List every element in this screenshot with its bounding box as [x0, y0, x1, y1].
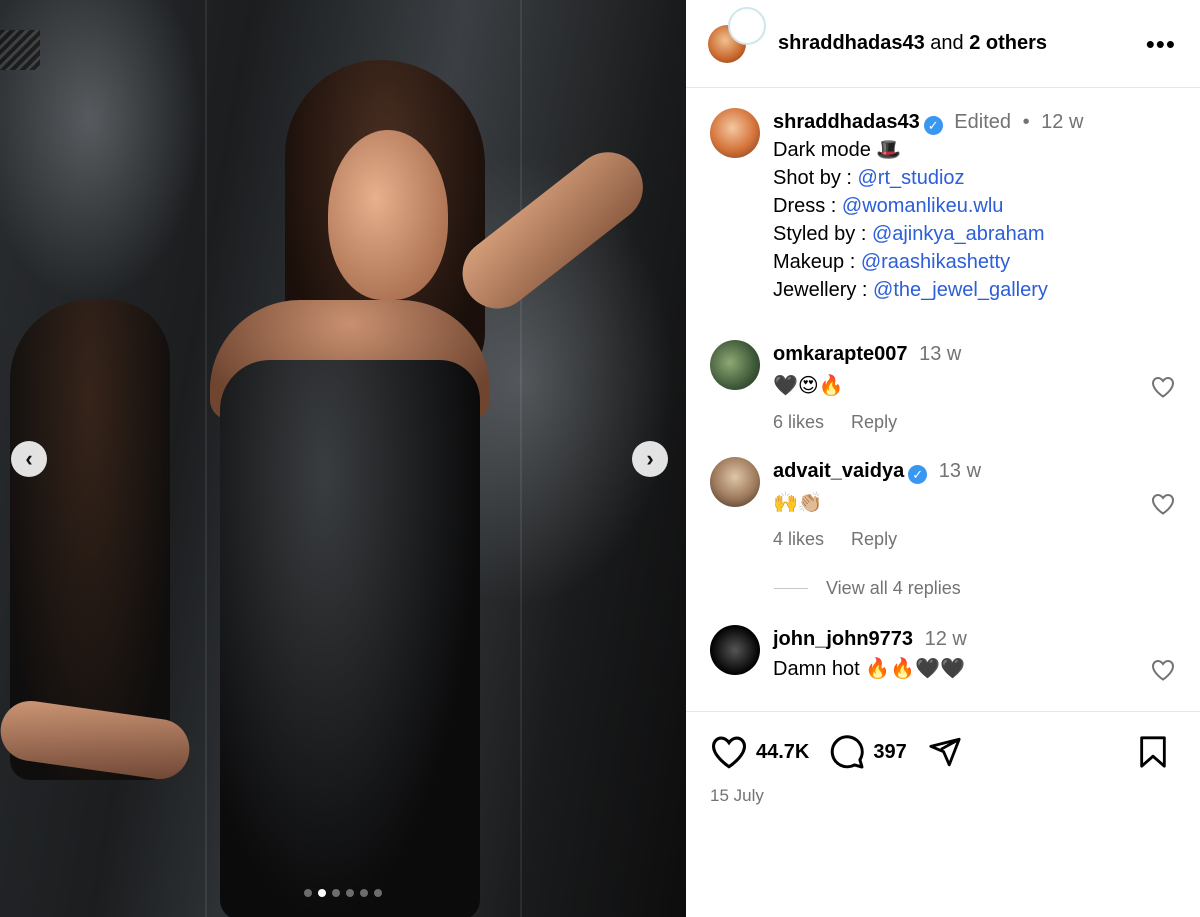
post-header: shraddhadas43 and 2 others •••: [686, 0, 1200, 88]
save-button[interactable]: [1138, 735, 1176, 769]
reply-button[interactable]: Reply: [851, 412, 897, 432]
elevator-vent: [0, 30, 40, 70]
comment: omkarapte007 13 w 🖤😍🔥 6 likes Reply: [710, 340, 1176, 433]
caption-line: Shot by : @rt_studioz: [773, 164, 1176, 192]
avatar[interactable]: [708, 6, 766, 63]
caption-time[interactable]: 12 w: [1041, 111, 1083, 133]
caption-line: Dress : @womanlikeu.wlu: [773, 192, 1176, 220]
like-comment-button[interactable]: [1150, 376, 1176, 398]
share-button[interactable]: [927, 735, 971, 769]
comment-time[interactable]: 13 w: [919, 343, 961, 365]
heart-icon: [1151, 376, 1175, 398]
comment-likes[interactable]: 4 likes: [773, 529, 824, 549]
caption-username[interactable]: shraddhadas43: [773, 111, 920, 133]
carousel-next-button[interactable]: ›: [632, 441, 668, 477]
carousel-indicator: [0, 889, 686, 897]
caption-line-text: Shot by :: [773, 167, 858, 189]
meta-separator: •: [1022, 111, 1030, 133]
post-actions: 44.7K 397 15 July: [686, 711, 1200, 806]
comment-username[interactable]: john_john9773: [773, 628, 913, 650]
heart-icon: [711, 736, 747, 769]
caption-line: Jewellery : @the_jewel_gallery: [773, 276, 1176, 304]
carousel-dot: [374, 889, 382, 897]
avatar[interactable]: [710, 340, 760, 390]
mention-link[interactable]: @raashikashetty: [861, 251, 1010, 273]
carousel-dot: [360, 889, 368, 897]
comment-username[interactable]: omkarapte007: [773, 343, 908, 365]
post-authors: shraddhadas43 and 2 others: [778, 32, 1146, 55]
caption-line-text: Dark mode 🎩: [773, 139, 902, 161]
carousel-prev-button[interactable]: ‹: [11, 441, 47, 477]
more-icon: •••: [1145, 28, 1176, 59]
mention-link[interactable]: @the_jewel_gallery: [873, 279, 1048, 301]
carousel-dot: [346, 889, 354, 897]
comments-count[interactable]: 397: [873, 741, 906, 764]
chevron-right-icon: ›: [646, 446, 654, 471]
comment-time[interactable]: 12 w: [925, 628, 967, 650]
send-icon: [929, 737, 961, 767]
panel-seam: [520, 0, 522, 917]
comment: advait_vaidya ✓ 13 w 🙌👏🏼 4 likes Reply: [710, 457, 1176, 550]
post-media[interactable]: ‹ ›: [0, 0, 686, 917]
caption-line-text: Makeup :: [773, 251, 861, 273]
replies-divider: [774, 588, 808, 589]
comment: john_john9773 12 w Damn hot 🔥🔥🖤🖤: [710, 625, 1176, 683]
heart-icon: [1151, 493, 1175, 515]
like-comment-button[interactable]: [1150, 659, 1176, 681]
bookmark-icon: [1140, 736, 1166, 768]
likes-count[interactable]: 44.7K: [756, 741, 809, 764]
comment-text: Damn hot 🔥🔥🖤🖤: [773, 658, 965, 680]
caption-line-text: Jewellery :: [773, 279, 874, 301]
view-replies-label: View all 4 replies: [826, 578, 961, 598]
mention-link[interactable]: @rt_studioz: [858, 167, 965, 189]
carousel-dot: [304, 889, 312, 897]
avatar[interactable]: [710, 108, 760, 158]
caption-line-text: Dress :: [773, 195, 842, 217]
mention-link[interactable]: @womanlikeu.wlu: [842, 195, 1003, 217]
comment-icon: [831, 735, 865, 769]
edited-label: Edited: [954, 111, 1012, 133]
photo-subject: [0, 60, 658, 917]
like-button[interactable]: 44.7K: [710, 735, 809, 769]
authors-connector: and: [924, 32, 970, 54]
caption-line-text: Styled by :: [773, 223, 872, 245]
caption-line: Styled by : @ajinkya_abraham: [773, 220, 1176, 248]
author-username[interactable]: shraddhadas43: [778, 32, 925, 54]
caption-line: Dark mode 🎩: [773, 136, 1176, 164]
caption-text: Dark mode 🎩 Shot by : @rt_studioz Dress : …: [773, 136, 1176, 304]
comment-username[interactable]: advait_vaidya: [773, 460, 904, 482]
post-date[interactable]: 15 July: [710, 786, 1176, 806]
avatar[interactable]: [710, 457, 760, 507]
subject-face: [328, 130, 448, 300]
comment-time[interactable]: 13 w: [939, 460, 981, 482]
like-comment-button[interactable]: [1150, 493, 1176, 515]
comment-text: 🙌👏🏼: [773, 492, 823, 514]
others-link[interactable]: 2 others: [969, 32, 1047, 54]
carousel-dot: [332, 889, 340, 897]
mention-link[interactable]: @ajinkya_abraham: [872, 223, 1045, 245]
more-options-button[interactable]: •••: [1146, 31, 1176, 57]
comment-button[interactable]: 397: [829, 734, 907, 770]
subject-dress: [220, 360, 480, 917]
comments-list[interactable]: shraddhadas43 ✓ Edited • 12 w Dark mode 🎩…: [686, 88, 1200, 711]
avatar[interactable]: [710, 625, 760, 675]
comment-text: 🖤😍🔥: [773, 375, 844, 397]
reply-button[interactable]: Reply: [851, 529, 897, 549]
caption: shraddhadas43 ✓ Edited • 12 w Dark mode 🎩…: [710, 108, 1176, 304]
post-side-panel: shraddhadas43 and 2 others ••• shraddhad…: [686, 0, 1200, 917]
verified-badge-icon: ✓: [923, 116, 943, 135]
heart-icon: [1151, 659, 1175, 681]
view-replies-button[interactable]: View all 4 replies: [774, 578, 1176, 599]
carousel-dot: [318, 889, 326, 897]
verified-badge-icon: ✓: [908, 465, 928, 484]
comment-likes[interactable]: 6 likes: [773, 412, 824, 432]
caption-line: Makeup : @raashikashetty: [773, 248, 1176, 276]
chevron-left-icon: ‹: [25, 446, 33, 471]
